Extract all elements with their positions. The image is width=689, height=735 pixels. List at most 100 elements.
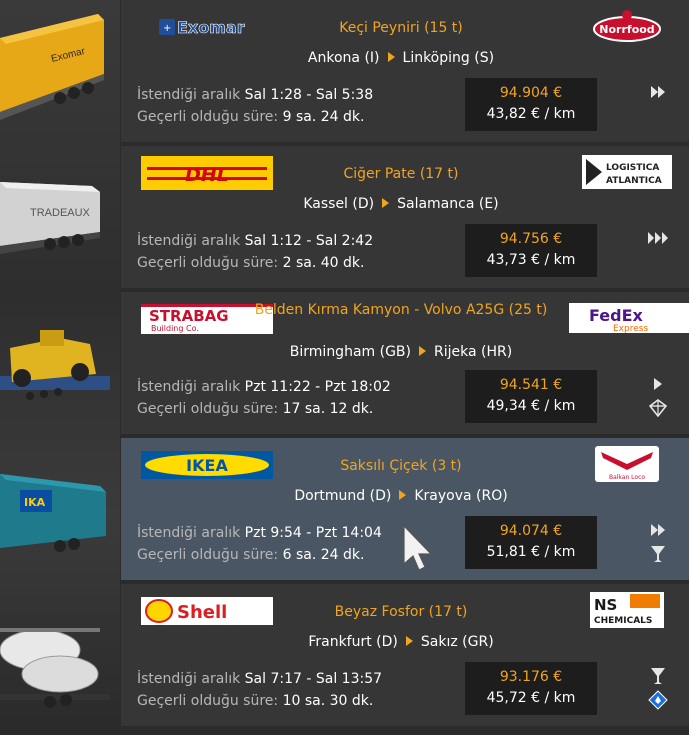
job-attribute-icons xyxy=(647,232,671,278)
job-attribute-icons xyxy=(647,524,671,570)
route: Dortmund (D) Krayova (RO) xyxy=(251,488,551,504)
job-offer-row-selected[interactable]: IKA IKEA Saksılı Çiçek (3 t) Balkan Loco xyxy=(0,438,689,580)
trailer-thumbnail: IKA xyxy=(0,438,120,580)
route-arrow-icon xyxy=(399,490,407,500)
job-attribute-icons xyxy=(647,378,671,424)
interval-value: Sal 7:17 - Sal 13:57 xyxy=(244,671,383,687)
route-arrow-icon xyxy=(382,198,390,208)
cargo-name: Belden Kırma Kamyon - Volvo A25G (25 t) xyxy=(254,302,548,318)
svg-text:DHL: DHL xyxy=(185,164,229,186)
svg-text:Norrfood: Norrfood xyxy=(599,23,654,36)
job-panel[interactable]: STRABAG Building Co. Belden Kırma Kamyon… xyxy=(121,292,689,434)
job-panel[interactable]: Shell Beyaz Fosfor (17 t) NS CHEMICALS F… xyxy=(121,584,689,726)
route-arrow-icon xyxy=(419,346,426,356)
double-chevron-icon xyxy=(647,82,669,102)
cargo-name: Beyaz Fosfor (17 t) xyxy=(334,604,468,620)
job-panel[interactable]: + Exomar Keçi Peyniri (15 t) Norrfood An… xyxy=(121,0,689,142)
price-box: 94.756 € 43,73 € / km xyxy=(465,224,597,277)
destination-city: Linköping (S) xyxy=(402,50,495,66)
price-per-km: 45,72 € / km xyxy=(486,690,576,706)
interval-label: İstendiği aralık xyxy=(137,671,241,687)
trailer-thumbnail: Exomar xyxy=(0,0,120,142)
validity-value: 17 sa. 12 dk. xyxy=(282,401,374,417)
cargo-name: Keçi Peyniri (15 t) xyxy=(339,20,463,36)
interval-value: Sal 1:28 - Sal 5:38 xyxy=(244,87,374,103)
interval-label: İstendiği aralık xyxy=(137,233,241,249)
route: Ankona (I) Linköping (S) xyxy=(251,50,551,66)
job-offer-row[interactable]: STRABAG Building Co. Belden Kırma Kamyon… xyxy=(0,292,689,434)
mouse-cursor-icon xyxy=(400,524,434,574)
validity-value: 9 sa. 24 dk. xyxy=(282,109,365,125)
origin-city: Kassel (D) xyxy=(303,196,375,212)
svg-text:CHEMICALS: CHEMICALS xyxy=(594,616,652,626)
svg-text:Express: Express xyxy=(613,324,648,333)
route: Frankfurt (D) Sakız (GR) xyxy=(251,634,551,650)
svg-text:Balkan Loco: Balkan Loco xyxy=(609,474,645,481)
job-price: 94.541 € xyxy=(499,377,563,393)
svg-text:IKA: IKA xyxy=(24,496,46,509)
job-price: 94.756 € xyxy=(499,231,563,247)
job-attribute-icons xyxy=(647,668,671,716)
job-price: 93.176 € xyxy=(499,669,563,685)
trailer-thumbnail: TRADEAUX xyxy=(0,146,120,288)
interval-label: İstendiği aralık xyxy=(137,379,241,395)
job-times: İstendiği aralık Pzt 9:54 - Pzt 14:04 Ge… xyxy=(137,522,382,566)
origin-city: Ankona (I) xyxy=(307,50,380,66)
interval-value: Sal 1:12 - Sal 2:42 xyxy=(244,233,374,249)
ns-chemicals-logo: NS CHEMICALS xyxy=(579,590,675,630)
price-per-km: 49,34 € / km xyxy=(486,398,576,414)
price-per-km: 43,73 € / km xyxy=(486,252,576,268)
hazardous-diamond-icon xyxy=(647,690,669,710)
destination-city: Salamanca (E) xyxy=(397,196,499,212)
trailer-thumbnail xyxy=(0,584,120,726)
job-times: İstendiği aralık Pzt 11:22 - Pzt 18:02 G… xyxy=(137,376,391,420)
destination-city: Rijeka (HR) xyxy=(434,344,513,360)
validity-value: 2 sa. 40 dk. xyxy=(282,255,365,271)
validity-label: Geçerli olduğu süre: xyxy=(137,401,279,417)
origin-city: Frankfurt (D) xyxy=(308,634,398,650)
fragile-glass-icon xyxy=(647,666,669,686)
job-times: İstendiği aralık Sal 1:28 - Sal 5:38 Geç… xyxy=(137,84,373,128)
svg-text:TRADEAUX: TRADEAUX xyxy=(30,207,91,219)
job-offer-row[interactable]: TRADEAUX DHL Ciğer Pate (17 t) LOGISTICA… xyxy=(0,146,689,288)
price-per-km: 51,81 € / km xyxy=(486,544,576,560)
origin-city: Dortmund (D) xyxy=(294,488,392,504)
job-offer-row[interactable]: Shell Beyaz Fosfor (17 t) NS CHEMICALS F… xyxy=(0,584,689,726)
validity-label: Geçerli olduğu süre: xyxy=(137,547,279,563)
triple-chevron-icon xyxy=(647,228,669,248)
origin-city: Birmingham (GB) xyxy=(289,344,411,360)
svg-text:Building Co.: Building Co. xyxy=(151,324,199,333)
svg-text:LOGISTICA: LOGISTICA xyxy=(606,163,659,173)
route: Kassel (D) Salamanca (E) xyxy=(251,196,551,212)
validity-label: Geçerli olduğu süre: xyxy=(137,255,279,271)
price-box: 94.074 € 51,81 € / km xyxy=(465,516,597,569)
svg-text:ATLANTICA: ATLANTICA xyxy=(606,176,662,186)
svg-text:Exomar: Exomar xyxy=(177,18,245,37)
destination-city: Krayova (RO) xyxy=(414,488,508,504)
job-offer-row[interactable]: Exomar + Exomar Keçi Peyniri (15 t) Norr… xyxy=(0,0,689,142)
balkan-loco-logo: Balkan Loco xyxy=(579,444,675,484)
svg-text:IKEA: IKEA xyxy=(186,456,228,475)
heavy-cargo-icon xyxy=(647,398,669,418)
double-chevron-icon xyxy=(647,520,669,540)
svg-text:STRABAG: STRABAG xyxy=(149,307,229,325)
job-price: 94.904 € xyxy=(499,85,563,101)
validity-value: 10 sa. 30 dk. xyxy=(282,693,374,709)
interval-value: Pzt 9:54 - Pzt 14:04 xyxy=(244,525,382,541)
interval-label: İstendiği aralık xyxy=(137,525,241,541)
route-arrow-icon xyxy=(387,52,395,62)
validity-label: Geçerli olduğu süre: xyxy=(137,693,279,709)
cargo-name: Ciğer Pate (17 t) xyxy=(343,166,459,182)
fragile-glass-icon xyxy=(647,544,669,564)
svg-text:FedEx: FedEx xyxy=(589,306,644,325)
job-attribute-icons xyxy=(647,86,671,132)
destination-city: Sakız (GR) xyxy=(420,634,494,650)
logistica-atlantica-logo: LOGISTICA ATLANTICA xyxy=(579,152,675,192)
job-panel[interactable]: DHL Ciğer Pate (17 t) LOGISTICA ATLANTIC… xyxy=(121,146,689,288)
price-box: 93.176 € 45,72 € / km xyxy=(465,662,597,715)
svg-text:+: + xyxy=(163,23,171,34)
svg-text:Shell: Shell xyxy=(177,602,227,623)
validity-label: Geçerli olduğu süre: xyxy=(137,109,279,125)
job-times: İstendiği aralık Sal 1:12 - Sal 2:42 Geç… xyxy=(137,230,373,274)
single-chevron-icon xyxy=(647,374,669,394)
